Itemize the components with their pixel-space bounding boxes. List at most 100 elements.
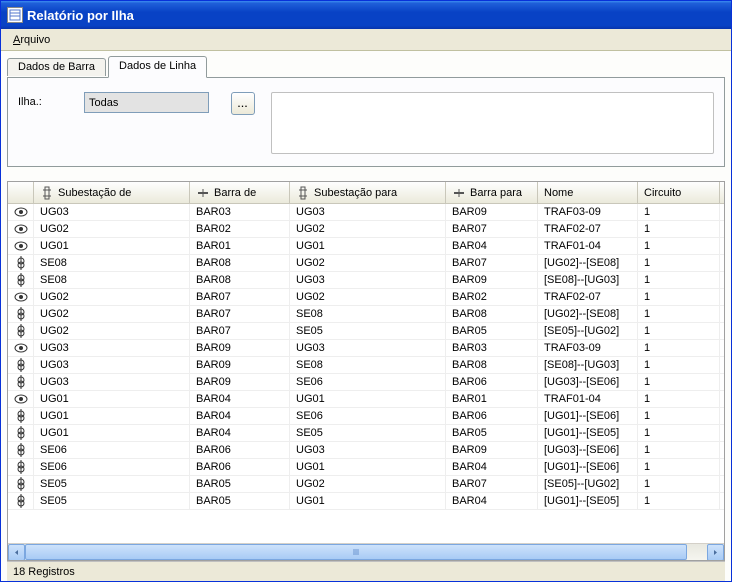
- cell-sub-de: UG01: [34, 238, 190, 254]
- row-type-icon: [8, 476, 34, 492]
- col-indicator[interactable]: [8, 182, 34, 203]
- col-subestacao-de[interactable]: Subestação de: [34, 182, 190, 203]
- grid-body[interactable]: UG03BAR03UG03BAR09TRAF03-091UG02BAR02UG0…: [8, 204, 724, 543]
- row-type-icon: [8, 238, 34, 254]
- ilha-select[interactable]: Todas: [84, 92, 209, 113]
- table-row[interactable]: UG02BAR02UG02BAR07TRAF02-071: [8, 221, 724, 238]
- cell-barra-para: BAR05: [446, 323, 538, 339]
- table-row[interactable]: UG02BAR07UG02BAR02TRAF02-071: [8, 289, 724, 306]
- row-type-icon: [8, 323, 34, 339]
- cell-barra-de: BAR07: [190, 306, 290, 322]
- titlebar[interactable]: Relatório por Ilha: [1, 1, 731, 29]
- col-subestacao-para[interactable]: Subestação para: [290, 182, 446, 203]
- row-type-icon: [8, 408, 34, 424]
- scroll-thumb[interactable]: [25, 544, 687, 560]
- substation-icon: [296, 186, 310, 200]
- table-row[interactable]: UG03BAR09SE06BAR06[UG03]--[SE06]1: [8, 374, 724, 391]
- table-row[interactable]: UG03BAR09SE08BAR08[SE08]--[UG03]1: [8, 357, 724, 374]
- cell-nome: [SE05]--[UG02]: [538, 323, 638, 339]
- cell-barra-para: BAR07: [446, 476, 538, 492]
- row-type-icon: [8, 289, 34, 305]
- table-row[interactable]: UG02BAR07SE05BAR05[SE05]--[UG02]1: [8, 323, 724, 340]
- cell-sub-para: UG01: [290, 493, 446, 509]
- cell-sub-de: SE06: [34, 459, 190, 475]
- cell-circuito: 1: [638, 340, 720, 356]
- cell-sub-para: UG03: [290, 442, 446, 458]
- col-label: Circuito: [644, 187, 681, 199]
- col-nome[interactable]: Nome: [538, 182, 638, 203]
- cell-barra-de: BAR04: [190, 408, 290, 424]
- cell-sub-de: UG02: [34, 306, 190, 322]
- cell-barra-de: BAR09: [190, 357, 290, 373]
- table-row[interactable]: UG01BAR04UG01BAR01TRAF01-041: [8, 391, 724, 408]
- col-label: Barra para: [470, 187, 522, 199]
- cell-barra-para: BAR09: [446, 204, 538, 220]
- cell-circuito: 1: [638, 255, 720, 271]
- table-row[interactable]: UG01BAR04SE05BAR05[UG01]--[SE05]1: [8, 425, 724, 442]
- table-row[interactable]: UG03BAR03UG03BAR09TRAF03-091: [8, 204, 724, 221]
- table-row[interactable]: SE05BAR05UG02BAR07[SE05]--[UG02]1: [8, 476, 724, 493]
- table-row[interactable]: UG01BAR01UG01BAR04TRAF01-041: [8, 238, 724, 255]
- scroll-left-button[interactable]: [8, 544, 25, 561]
- substation-icon: [40, 186, 54, 200]
- table-row[interactable]: SE08BAR08UG03BAR09[SE08]--[UG03]1: [8, 272, 724, 289]
- cell-sub-de: UG02: [34, 289, 190, 305]
- window: Relatório por Ilha Arquivo Dados de Barr…: [0, 0, 732, 582]
- data-grid: Subestação de Barra de Subestação para B…: [7, 181, 725, 561]
- table-row[interactable]: SE06BAR06UG03BAR09[UG03]--[SE06]1: [8, 442, 724, 459]
- row-type-icon: [8, 204, 34, 220]
- table-row[interactable]: SE06BAR06UG01BAR04[UG01]--[SE06]1: [8, 459, 724, 476]
- horizontal-scrollbar[interactable]: [8, 543, 724, 560]
- row-type-icon: [8, 391, 34, 407]
- row-type-icon: [8, 340, 34, 356]
- cell-barra-para: BAR02: [446, 289, 538, 305]
- scroll-right-button[interactable]: [707, 544, 724, 561]
- col-circuito[interactable]: Circuito: [638, 182, 720, 203]
- cell-sub-para: SE05: [290, 425, 446, 441]
- table-row[interactable]: UG01BAR04SE06BAR06[UG01]--[SE06]1: [8, 408, 724, 425]
- bus-icon: [196, 186, 210, 200]
- cell-circuito: 1: [638, 221, 720, 237]
- table-row[interactable]: SE08BAR08UG02BAR07[UG02]--[SE08]1: [8, 255, 724, 272]
- row-type-icon: [8, 425, 34, 441]
- cell-barra-de: BAR09: [190, 374, 290, 390]
- cell-sub-de: SE05: [34, 476, 190, 492]
- col-barra-de[interactable]: Barra de: [190, 182, 290, 203]
- menu-arquivo[interactable]: Arquivo: [5, 32, 58, 48]
- cell-barra-para: BAR04: [446, 493, 538, 509]
- row-type-icon: [8, 493, 34, 509]
- scroll-track[interactable]: [25, 544, 707, 560]
- filter-label: Ilha.:: [18, 92, 68, 108]
- table-row[interactable]: SE05BAR05UG01BAR04[UG01]--[SE05]1: [8, 493, 724, 510]
- cell-sub-de: UG01: [34, 425, 190, 441]
- cell-sub-para: UG01: [290, 391, 446, 407]
- cell-sub-para: UG02: [290, 476, 446, 492]
- cell-sub-para: UG02: [290, 289, 446, 305]
- cell-barra-de: BAR07: [190, 289, 290, 305]
- table-row[interactable]: UG02BAR07SE08BAR08[UG02]--[SE08]1: [8, 306, 724, 323]
- cell-sub-para: UG03: [290, 204, 446, 220]
- ilha-browse-button[interactable]: ...: [231, 92, 255, 115]
- cell-barra-de: BAR06: [190, 459, 290, 475]
- col-barra-para[interactable]: Barra para: [446, 182, 538, 203]
- cell-sub-para: SE08: [290, 306, 446, 322]
- tab-dados-linha[interactable]: Dados de Linha: [108, 56, 207, 78]
- cell-barra-de: BAR04: [190, 425, 290, 441]
- tab-dados-barra[interactable]: Dados de Barra: [7, 58, 106, 76]
- col-label: Barra de: [214, 187, 256, 199]
- cell-sub-para: SE05: [290, 323, 446, 339]
- cell-nome: TRAF03-09: [538, 340, 638, 356]
- cell-nome: TRAF01-04: [538, 238, 638, 254]
- grid-header: Subestação de Barra de Subestação para B…: [8, 182, 724, 204]
- cell-sub-de: UG03: [34, 357, 190, 373]
- cell-circuito: 1: [638, 323, 720, 339]
- cell-nome: [UG03]--[SE06]: [538, 374, 638, 390]
- cell-circuito: 1: [638, 493, 720, 509]
- table-row[interactable]: UG03BAR09UG03BAR03TRAF03-091: [8, 340, 724, 357]
- cell-circuito: 1: [638, 204, 720, 220]
- row-type-icon: [8, 357, 34, 373]
- cell-nome: [UG02]--[SE08]: [538, 306, 638, 322]
- cell-barra-para: BAR03: [446, 340, 538, 356]
- row-type-icon: [8, 459, 34, 475]
- cell-circuito: 1: [638, 238, 720, 254]
